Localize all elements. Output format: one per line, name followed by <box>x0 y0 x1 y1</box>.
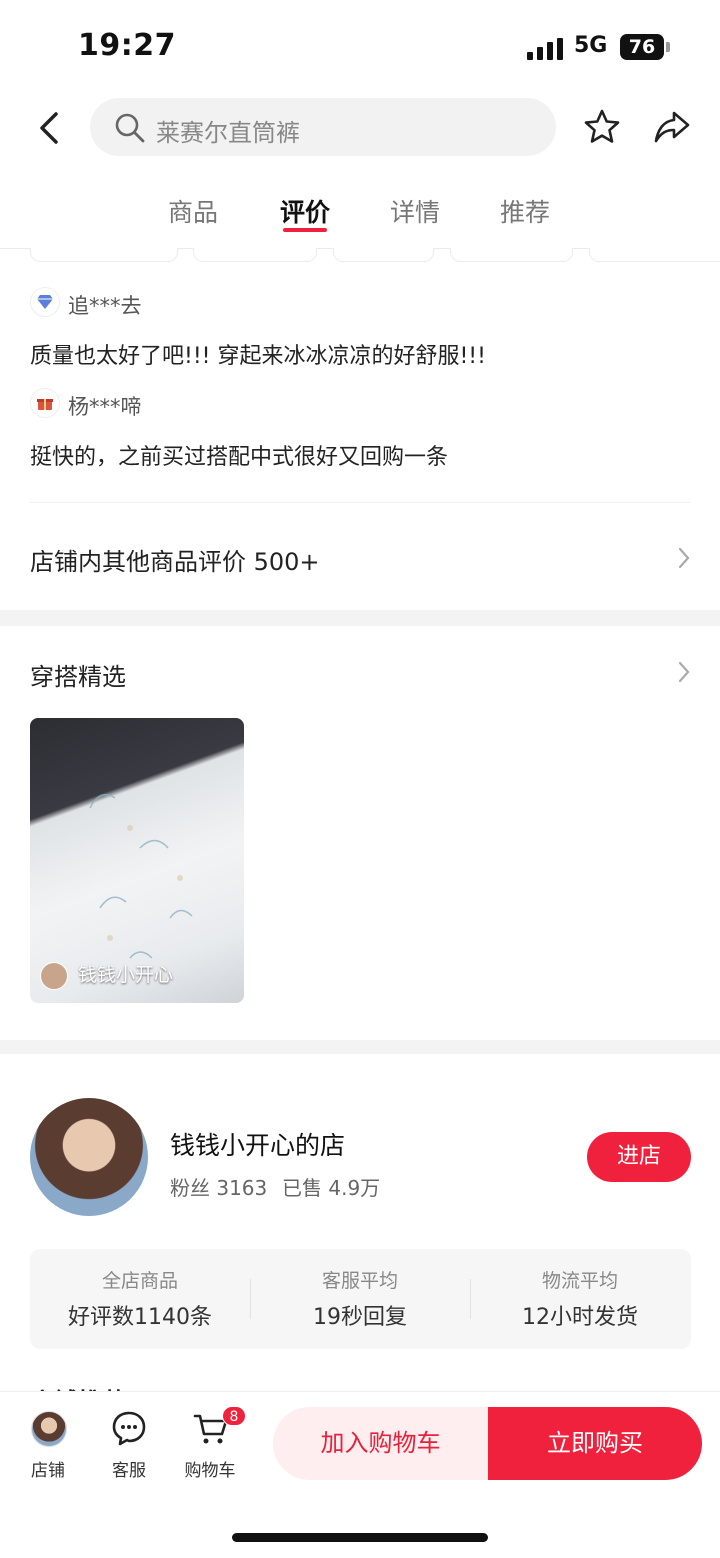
add-to-cart-button[interactable]: 加入购物车 <box>273 1407 488 1480</box>
review-username: 追***去 <box>68 294 142 318</box>
divider <box>30 502 690 503</box>
search-placeholder[interactable]: 莱赛尔直筒裤 <box>156 113 300 148</box>
chevron-right-icon[interactable] <box>677 546 691 570</box>
cart-label[interactable]: 购物车 <box>170 1456 250 1481</box>
shop-label[interactable]: 店铺 <box>8 1456 88 1481</box>
shop-avatar[interactable] <box>30 1098 148 1216</box>
review-tag-chip[interactable] <box>450 248 573 262</box>
review-text: 挺快的，之前买过搭配中式很好又回购一条 <box>30 445 449 470</box>
shop-followers: 粉丝 3163 <box>170 1176 268 1200</box>
active-tab-indicator <box>283 228 327 232</box>
outfit-caption: 钱钱小开心 <box>78 964 174 986</box>
stat-value: 12小时发货 <box>522 1305 638 1330</box>
back-arrow-icon[interactable] <box>34 108 66 148</box>
shop-sold: 已售 4.9万 <box>282 1176 381 1200</box>
review-text: 质量也太好了吧!!! 穿起来冰冰凉凉的好舒服!!! <box>30 344 486 369</box>
section-gap <box>0 610 720 626</box>
network-type: 5G <box>574 33 608 58</box>
review-tag-chip[interactable] <box>589 248 720 262</box>
share-icon[interactable] <box>653 108 691 146</box>
customer-service-icon[interactable] <box>111 1410 147 1446</box>
battery-icon: 76 <box>620 34 664 60</box>
status-time: 19:27 <box>78 28 176 63</box>
buy-now-button[interactable]: 立即购买 <box>488 1407 702 1480</box>
favorite-star-icon[interactable] <box>583 108 621 146</box>
review-tag-chip[interactable] <box>333 248 434 262</box>
service-label[interactable]: 客服 <box>89 1456 169 1481</box>
other-reviews-link[interactable]: 店铺内其他商品评价 500+ <box>30 542 320 577</box>
cart-count-badge: 8 <box>222 1406 246 1426</box>
shop-icon[interactable] <box>31 1411 67 1447</box>
stat-label: 物流平均 <box>541 1270 618 1292</box>
section-gap <box>0 1040 720 1054</box>
stat-value: 19秒回复 <box>313 1305 407 1330</box>
tab-reviews[interactable]: 评价 <box>280 193 330 229</box>
review-tag-chip[interactable] <box>30 248 178 262</box>
chevron-right-icon[interactable] <box>677 660 691 684</box>
stat-label: 客服平均 <box>321 1270 398 1292</box>
review-username: 杨***啼 <box>68 395 142 419</box>
avatar <box>40 962 68 990</box>
battery-tip <box>666 42 670 52</box>
signal-icon <box>527 38 563 60</box>
tab-recommend[interactable]: 推荐 <box>500 193 550 229</box>
diamond-icon <box>30 287 60 317</box>
gift-icon <box>30 388 60 418</box>
stat-value: 好评数1140条 <box>68 1305 212 1330</box>
stat-label: 全店商品 <box>101 1270 178 1292</box>
tab-details[interactable]: 详情 <box>390 193 440 229</box>
tab-goods[interactable]: 商品 <box>168 193 218 229</box>
shop-name[interactable]: 钱钱小开心的店 <box>170 1126 345 1162</box>
review-tag-chip[interactable] <box>193 248 317 262</box>
home-indicator <box>232 1533 488 1542</box>
outfit-section-title: 穿搭精选 <box>30 663 126 691</box>
enter-shop-button[interactable]: 进店 <box>587 1132 691 1182</box>
search-icon <box>115 113 145 143</box>
